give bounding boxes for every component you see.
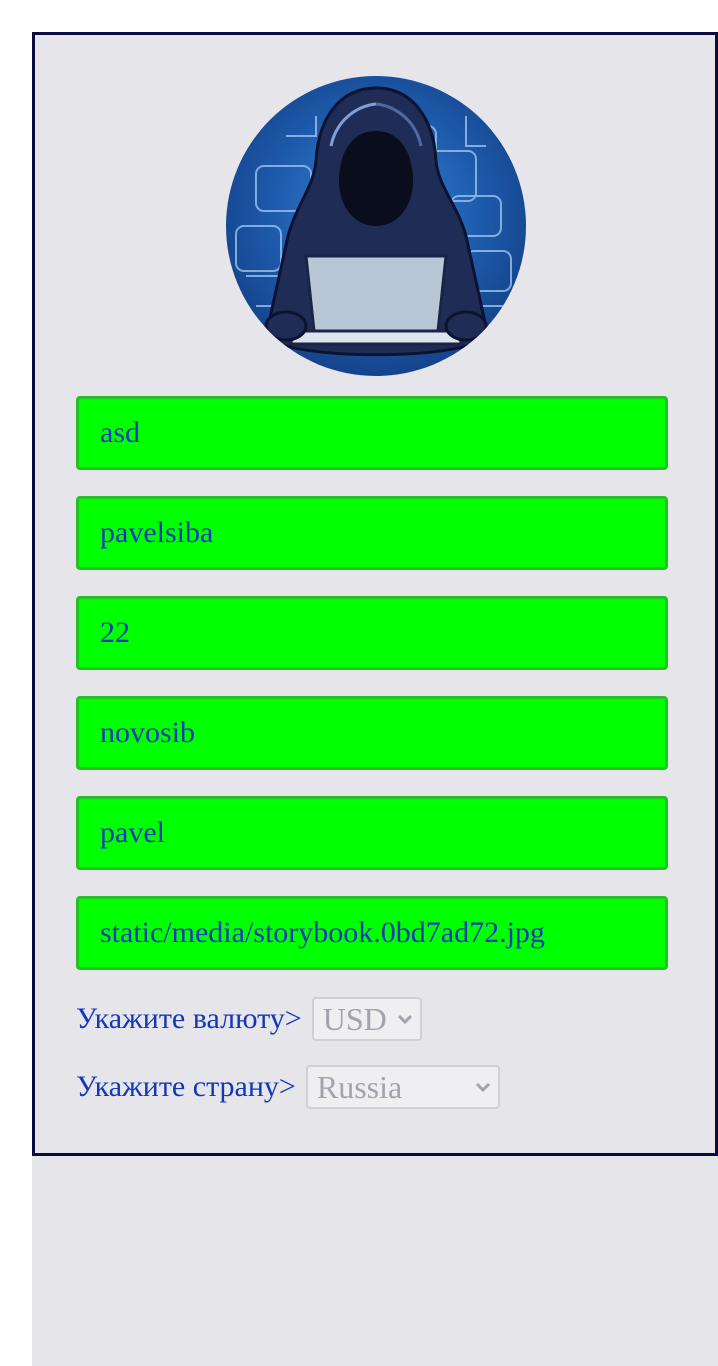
chevron-down-icon: [397, 1014, 412, 1025]
country-selected-value: Russia: [316, 1068, 403, 1105]
first-name-field[interactable]: pavel: [76, 796, 668, 870]
currency-label: Укажите валюту>: [76, 1002, 302, 1035]
country-select[interactable]: Russia: [305, 1065, 500, 1109]
hacker-avatar-icon: [235, 86, 512, 357]
avatar: [226, 76, 526, 376]
currency-row: Укажите валюту> USD: [76, 995, 422, 1043]
photo-path-field[interactable]: static/media/storybook.0bd7ad72.jpg: [76, 896, 668, 970]
city-field[interactable]: novosib: [76, 696, 668, 770]
name-field[interactable]: asd: [76, 396, 668, 470]
country-label: Укажите страну>: [76, 1070, 296, 1103]
profile-card: asd pavelsiba 22 novosib pavel static/me…: [32, 32, 718, 1156]
username-field[interactable]: pavelsiba: [76, 496, 668, 570]
currency-select[interactable]: USD: [311, 997, 422, 1041]
age-field[interactable]: 22: [76, 596, 668, 670]
currency-selected-value: USD: [322, 1000, 387, 1037]
chevron-down-icon: [475, 1082, 490, 1093]
country-row: Укажите страну> Russia: [76, 1063, 500, 1111]
